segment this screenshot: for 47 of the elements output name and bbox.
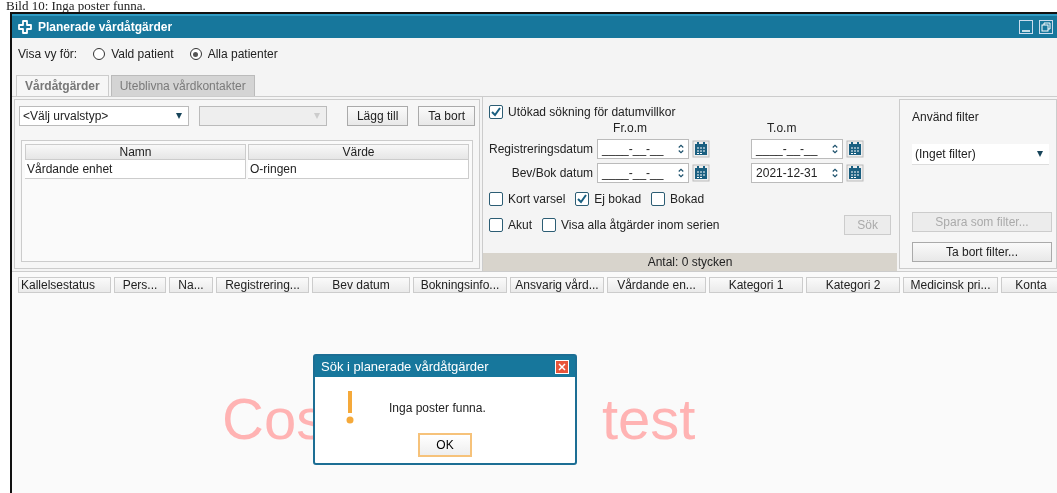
watermark-text: test [602, 390, 696, 448]
selection-type-dropdown[interactable]: <Välj urvalstyp> [19, 106, 189, 126]
date-label: Registreringsdatum [489, 142, 594, 156]
criteria-button[interactable]: Lägg till [346, 106, 409, 126]
checkbox[interactable]: Kort varsel [489, 192, 566, 206]
date-field[interactable]: ____-__-__ [597, 163, 690, 183]
checkbox[interactable]: Bokad [651, 192, 705, 206]
column-header[interactable]: Vårdande en... [607, 277, 706, 293]
column-header[interactable]: Medicinsk pri... [903, 277, 998, 293]
caption-text: Bild 10: Inga poster funna. [5, 0, 147, 12]
criteria-button[interactable]: Ta bort [418, 106, 475, 126]
to-label: T.o.m [766, 121, 798, 135]
checkbox[interactable]: Akut [489, 218, 532, 232]
column-header[interactable]: Registrering... [216, 277, 309, 293]
window-title: Planerade vårdåtgärder [38, 20, 173, 34]
table-cell: O-ringen [248, 160, 469, 179]
column-header[interactable]: Bev datum [312, 277, 410, 293]
filter-label: Använd filter [912, 110, 980, 124]
column-header[interactable]: Bokningsinfo... [413, 277, 507, 293]
table-cell: Vårdande enhet [25, 160, 246, 179]
column-header[interactable]: Värde [248, 144, 469, 160]
dialog-message: Inga poster funna. [389, 401, 486, 415]
view-label: Visa vy för: [18, 47, 78, 61]
checkbox[interactable]: Ej bokad [575, 192, 642, 206]
column-header[interactable]: Kategori 1 [709, 277, 803, 293]
column-header[interactable]: Na... [169, 277, 213, 293]
radio-option[interactable]: Alla patienter [189, 47, 278, 61]
checkbox[interactable]: Utökad sökning för datumvillkor [489, 105, 676, 119]
ok-button[interactable]: OK [418, 433, 472, 457]
checkbox[interactable]: Visa alla åtgärder inom serien [542, 218, 720, 232]
count-bar: Antal: 0 stycken [483, 253, 897, 271]
date-field[interactable]: ____-__-__ [751, 139, 844, 159]
tab[interactable]: Vårdåtgärder [16, 75, 109, 96]
filter-button[interactable]: Ta bort filter... [912, 242, 1052, 262]
column-header[interactable]: Kategori 2 [806, 277, 900, 293]
date-field[interactable]: 2021-12-31 [751, 163, 844, 183]
column-header[interactable]: Namn [25, 144, 246, 160]
dialog-title: Sök i planerade vårdåtgärder [321, 359, 489, 374]
column-header[interactable]: Pers... [114, 277, 166, 293]
column-header[interactable]: Kallelsestatus [18, 277, 111, 293]
column-header[interactable]: Konta [1001, 277, 1057, 293]
filter-dropdown[interactable]: (Inget filter) [912, 144, 1049, 165]
from-label: Fr.o.m [612, 121, 649, 135]
column-header[interactable]: Ansvarig vård... [510, 277, 604, 293]
radio-option[interactable]: Vald patient [93, 47, 174, 61]
date-label: Bev/Bok datum [510, 166, 594, 180]
date-field[interactable]: ____-__-__ [597, 139, 690, 159]
